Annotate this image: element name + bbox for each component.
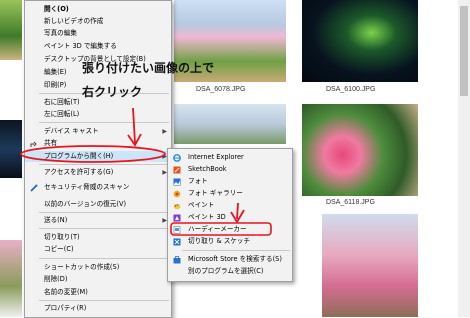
menu-item-share[interactable]: 共有 bbox=[25, 138, 171, 149]
menu-item-open-with[interactable]: プログラムから開く(H) ▶ bbox=[25, 151, 171, 162]
share-icon bbox=[30, 141, 37, 147]
chevron-right-icon: ▶ bbox=[162, 128, 167, 135]
menu-separator bbox=[39, 258, 169, 259]
microsoft-store-icon bbox=[173, 256, 181, 264]
menu-item-restore-previous[interactable]: 以前のバージョンの復元(V) bbox=[25, 199, 171, 210]
annotation-text-line1: 張り付けたい画像の上で bbox=[82, 61, 215, 75]
file-name-dsa6078: DSA_6078.JPG bbox=[196, 86, 246, 93]
photo-thumbnail-left-mid[interactable] bbox=[0, 120, 22, 178]
submenu-item-paint3d[interactable]: ペイント 3D bbox=[168, 212, 292, 223]
menu-separator bbox=[39, 164, 169, 165]
open-with-submenu: Internet Explorer SketchBook フォト フォト ギャラ… bbox=[167, 148, 293, 282]
photo-thumbnail-left-bottom[interactable] bbox=[0, 240, 22, 317]
scrollbar-thumb[interactable] bbox=[460, 6, 468, 96]
submenu-item-sketchbook[interactable]: SketchBook bbox=[168, 164, 292, 175]
hardy-maker-icon bbox=[173, 226, 181, 234]
snip-sketch-icon bbox=[173, 238, 181, 246]
menu-item-send-to[interactable]: 送る(N) ▶ bbox=[25, 215, 171, 226]
submenu-item-paint[interactable]: ペイント bbox=[168, 200, 292, 211]
submenu-item-internet-explorer[interactable]: Internet Explorer bbox=[168, 152, 292, 163]
menu-item-security-scan[interactable]: セキュリティ脅威のスキャン bbox=[25, 182, 171, 193]
menu-item-give-access[interactable]: アクセスを許可する(G) ▶ bbox=[25, 167, 171, 178]
menu-item-cut[interactable]: 切り取り(T) bbox=[25, 232, 171, 243]
submenu-item-choose-another[interactable]: 別のプログラムを選択(C) bbox=[168, 266, 292, 277]
menu-item-new-video[interactable]: 新しいビデオの作成 bbox=[25, 16, 171, 27]
photo-thumbnail-left-top[interactable] bbox=[0, 0, 22, 60]
menu-item-edit-photo[interactable]: 写真の編集 bbox=[25, 28, 171, 39]
menu-separator bbox=[39, 228, 169, 229]
photo-thumbnail-blossom[interactable] bbox=[322, 214, 418, 317]
menu-item-rename[interactable]: 名前の変更(M) bbox=[25, 287, 171, 298]
submenu-item-photos[interactable]: フォト bbox=[168, 176, 292, 187]
submenu-item-hardy-maker[interactable]: ハーディーメーカー bbox=[168, 224, 292, 235]
menu-item-rotate-left[interactable]: 左に回転(L) bbox=[25, 109, 171, 120]
menu-item-paint3d-edit[interactable]: ペイント 3D で編集する bbox=[25, 41, 171, 52]
photo-gallery-icon bbox=[173, 190, 181, 198]
submenu-item-microsoft-store[interactable]: Microsoft Store を検索する(S) bbox=[168, 254, 292, 265]
menu-item-copy[interactable]: コピー(C) bbox=[25, 244, 171, 255]
internet-explorer-icon bbox=[173, 154, 181, 162]
submenu-item-photo-gallery[interactable]: フォト ギャラリー bbox=[168, 188, 292, 199]
annotation-text-line2: 右クリック bbox=[82, 85, 143, 99]
paint-icon bbox=[173, 203, 181, 210]
photo-thumbnail-dsa6100[interactable] bbox=[302, 0, 418, 82]
photo-thumbnail-dsa6118[interactable] bbox=[302, 104, 418, 196]
menu-item-open[interactable]: 開く(O) bbox=[25, 4, 171, 15]
shield-scan-icon bbox=[30, 184, 38, 192]
menu-item-properties[interactable]: プロパティ(R) bbox=[25, 303, 171, 314]
photos-icon bbox=[173, 178, 181, 186]
submenu-separator bbox=[182, 250, 290, 251]
menu-separator bbox=[39, 122, 169, 123]
submenu-item-snip-sketch[interactable]: 切り取り & スケッチ bbox=[168, 236, 292, 247]
file-name-dsa6118: DSA_6118.JPG bbox=[326, 199, 375, 206]
menu-separator bbox=[39, 300, 169, 301]
file-name-dsa6100: DSA_6100.JPG bbox=[326, 86, 376, 93]
menu-separator bbox=[39, 212, 169, 213]
paint3d-icon bbox=[173, 214, 181, 222]
menu-item-create-shortcut[interactable]: ショートカットの作成(S) bbox=[25, 262, 171, 273]
menu-item-delete[interactable]: 削除(D) bbox=[25, 274, 171, 285]
photo-thumbnail-garden[interactable] bbox=[174, 104, 286, 144]
menu-item-device-cast[interactable]: デバイス キャスト ▶ bbox=[25, 126, 171, 137]
context-menu: 開く(O) 新しいビデオの作成 写真の編集 ペイント 3D で編集する デスクト… bbox=[24, 0, 172, 318]
sketchbook-icon bbox=[173, 166, 181, 174]
